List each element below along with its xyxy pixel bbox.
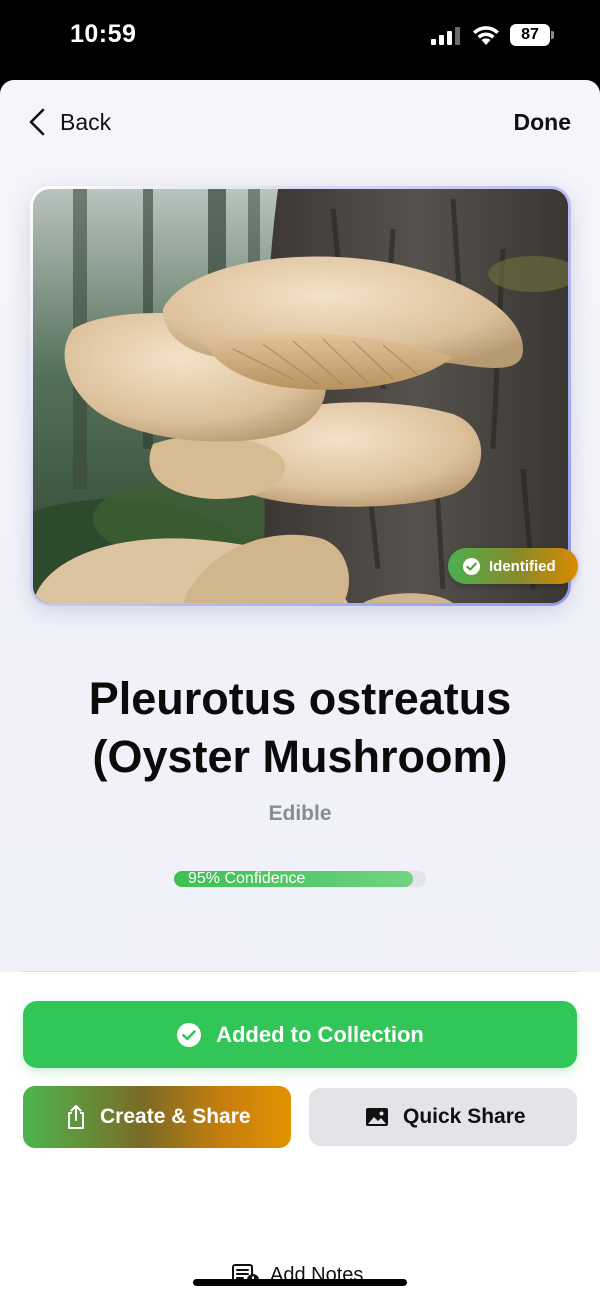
confidence-label: 95% Confidence xyxy=(188,870,306,887)
create-share-button[interactable]: Create & Share xyxy=(23,1086,291,1148)
create-share-label: Create & Share xyxy=(100,1105,251,1128)
mushroom-photo-frame xyxy=(30,186,571,606)
result-sheet: Back Done Identified Pleurotus ostreatus… xyxy=(0,80,600,1298)
identified-label: Identified xyxy=(489,557,556,575)
battery-cap xyxy=(551,31,554,39)
home-indicator xyxy=(193,1279,407,1286)
status-bar: 10:59 87 xyxy=(0,0,600,78)
done-button[interactable]: Done xyxy=(514,104,572,140)
cellular-signal-icon xyxy=(431,27,460,45)
mushroom-photo-illustration xyxy=(33,189,568,603)
mushroom-photo xyxy=(33,189,568,603)
quick-share-button[interactable]: Quick Share xyxy=(309,1088,577,1146)
species-name: Pleurotus ostreatus (Oyster Mushroom) xyxy=(88,673,512,782)
check-circle-icon xyxy=(177,1022,202,1047)
battery-indicator: 87 xyxy=(510,24,554,46)
identified-badge: Identified xyxy=(448,548,578,584)
added-to-collection-button[interactable]: Added to Collection xyxy=(23,1001,577,1068)
battery-level: 87 xyxy=(510,24,550,46)
share-icon xyxy=(68,1105,84,1129)
action-panel: Added to Collection Create & Share Quick… xyxy=(0,972,600,1298)
edibility-label: Edible xyxy=(268,802,332,825)
verified-check-icon xyxy=(462,557,481,575)
back-chevron-icon xyxy=(29,108,45,136)
collection-label: Added to Collection xyxy=(216,1021,424,1047)
confidence-bar: 95% Confidence xyxy=(174,870,426,887)
photo-icon xyxy=(366,1108,388,1126)
back-button[interactable]: Back xyxy=(28,104,111,140)
quick-share-label: Quick Share xyxy=(403,1105,526,1128)
status-time: 10:59 xyxy=(70,20,137,48)
wifi-icon xyxy=(473,26,499,45)
back-label: Back xyxy=(60,108,112,135)
